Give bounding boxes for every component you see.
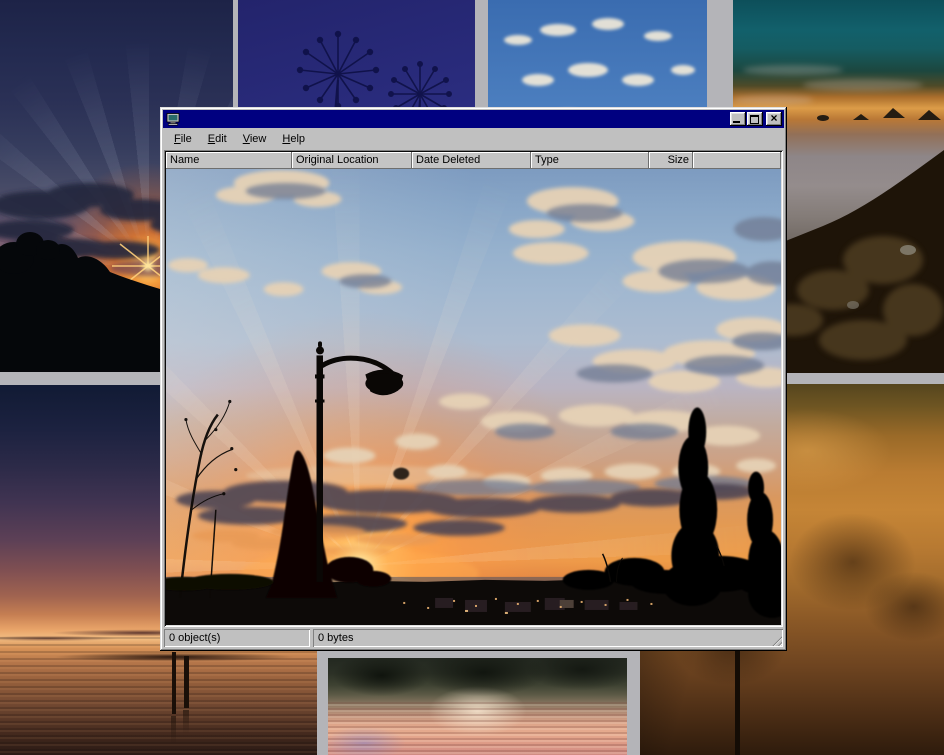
- water-pole-reflection: [183, 710, 189, 734]
- desktop: × File Edit View Help Name Original Loca…: [0, 0, 944, 755]
- water-texture: [0, 637, 317, 755]
- menu-item-edit[interactable]: Edit: [200, 131, 235, 148]
- menu-bar: File Edit View Help: [163, 128, 784, 150]
- close-icon: ×: [766, 112, 782, 126]
- status-bar: 0 object(s) 0 bytes: [164, 629, 783, 647]
- close-button[interactable]: ×: [766, 112, 782, 126]
- column-header-size[interactable]: Size: [649, 152, 693, 169]
- system-menu-icon[interactable]: [166, 112, 180, 126]
- column-header-date-deleted[interactable]: Date Deleted: [412, 152, 531, 169]
- recycle-bin-window: × File Edit View Help Name Original Loca…: [160, 107, 787, 651]
- resize-grip[interactable]: [770, 634, 782, 646]
- file-list-viewport[interactable]: [166, 169, 781, 625]
- status-byte-count: 0 bytes: [313, 629, 783, 647]
- column-header-type[interactable]: Type: [531, 152, 649, 169]
- column-header-name[interactable]: Name: [166, 152, 292, 169]
- minimize-icon: [733, 121, 740, 123]
- minimize-button[interactable]: [730, 112, 746, 126]
- water-pole: [184, 656, 189, 708]
- amber-photo-pole: [735, 651, 740, 755]
- window-titlebar[interactable]: ×: [163, 110, 784, 128]
- maximize-icon: [750, 115, 759, 124]
- water-pole-reflection: [171, 716, 176, 744]
- column-header-row: Name Original Location Date Deleted Type…: [166, 152, 781, 169]
- ripple-texture: [328, 702, 627, 755]
- menu-item-file[interactable]: File: [166, 131, 200, 148]
- list-client-area: Name Original Location Date Deleted Type…: [164, 150, 783, 627]
- wallpaper-photo-water-reflection: [328, 658, 627, 755]
- menu-item-help[interactable]: Help: [274, 131, 313, 148]
- status-byte-text: 0 bytes: [318, 632, 353, 644]
- water-pole: [172, 652, 176, 714]
- menu-item-view[interactable]: View: [235, 131, 275, 148]
- sunset-photo-detail: [166, 169, 781, 625]
- column-header-filler[interactable]: [693, 152, 781, 169]
- status-object-count: 0 object(s): [164, 629, 310, 647]
- maximize-button[interactable]: [747, 112, 763, 126]
- column-header-original-location[interactable]: Original Location: [292, 152, 412, 169]
